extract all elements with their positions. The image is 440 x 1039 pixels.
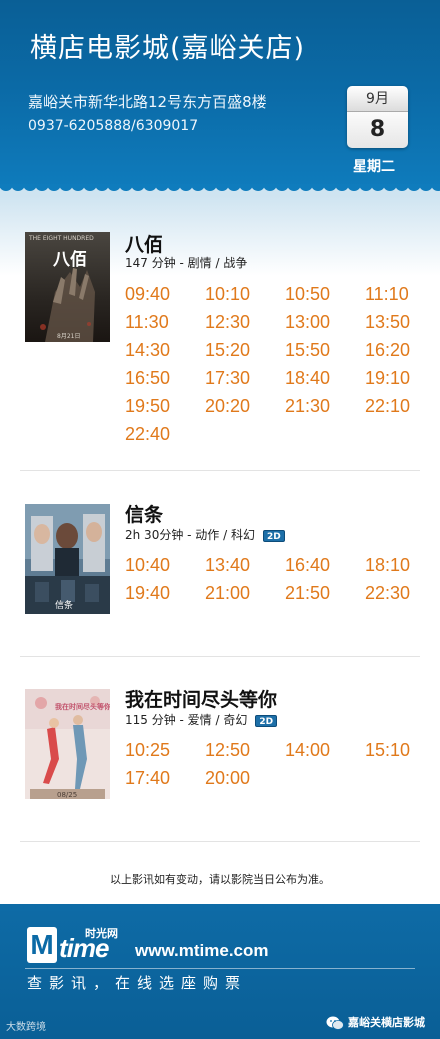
svg-text:信条: 信条 xyxy=(55,599,73,611)
calendar-weekday: 星期二 xyxy=(353,159,395,175)
mtime-logo-cn: 时光网 xyxy=(85,927,118,940)
showtime[interactable]: 14:00 xyxy=(285,736,365,764)
showtime[interactable]: 15:20 xyxy=(205,336,285,364)
showtimes-grid: 10:40 13:40 16:40 18:10 19:40 21:00 21:50 22:30 xyxy=(125,551,425,607)
movie-poster[interactable]: 信条 xyxy=(25,504,110,614)
footer: M time 时光网 www.mtime.com 查影讯，在线选座购票 大数跨境… xyxy=(0,904,440,1039)
showtime[interactable]: 18:40 xyxy=(285,364,365,392)
showtime[interactable]: 10:50 xyxy=(285,280,365,308)
calendar-month: 9月 xyxy=(347,86,408,112)
showtime[interactable]: 12:30 xyxy=(205,308,285,336)
showtime[interactable]: 19:50 xyxy=(125,392,205,420)
showtime[interactable]: 14:30 xyxy=(125,336,205,364)
showtime[interactable]: 10:25 xyxy=(125,736,205,764)
showtime[interactable]: 22:10 xyxy=(365,392,440,420)
showtime[interactable]: 10:10 xyxy=(205,280,285,308)
mtime-logo-m: M xyxy=(27,927,57,963)
showtime[interactable]: 22:30 xyxy=(365,579,440,607)
movie-info: 2h 30分钟 - 动作 / 科幻 2D xyxy=(125,526,285,543)
showtime[interactable]: 13:50 xyxy=(365,308,440,336)
showtime[interactable]: 11:10 xyxy=(365,280,440,308)
movie-poster[interactable]: 我在时间尽头等你 08/25 xyxy=(25,689,110,799)
footer-slogan: 查影讯，在线选座购票 xyxy=(27,974,248,992)
cinema-title: 横店电影城(嘉峪关店) xyxy=(30,33,306,64)
cinema-phone[interactable]: 0937-6205888/6309017 xyxy=(28,118,198,134)
showtime[interactable]: 15:10 xyxy=(365,736,440,764)
watermark-right: 嘉峪关横店影城 xyxy=(326,1014,425,1030)
showtime[interactable]: 13:40 xyxy=(205,551,285,579)
format-2d-badge: 2D xyxy=(262,529,285,542)
footer-divider xyxy=(25,968,415,969)
showtime[interactable]: 16:20 xyxy=(365,336,440,364)
svg-text:8月21日: 8月21日 xyxy=(57,333,80,340)
showtime[interactable]: 21:50 xyxy=(285,579,365,607)
showtime[interactable]: 09:40 xyxy=(125,280,205,308)
movie-info-text: 115 分钟 - 爱情 / 奇幻 xyxy=(125,713,248,727)
showtimes-grid: 09:40 10:10 10:50 11:10 11:30 12:30 13:00 13:50… xyxy=(125,280,425,448)
showtime[interactable]: 21:00 xyxy=(205,579,285,607)
date-calendar: 9月 8 xyxy=(347,86,408,148)
svg-text:08/25: 08/25 xyxy=(57,791,77,799)
scallop-edge-bottom xyxy=(0,904,440,911)
showtime[interactable]: 10:40 xyxy=(125,551,205,579)
showtime[interactable]: 16:50 xyxy=(125,364,205,392)
showtime[interactable]: 13:00 xyxy=(285,308,365,336)
movie-title[interactable]: 八佰 xyxy=(125,230,163,257)
calendar-day: 8 xyxy=(347,112,408,148)
site-link[interactable]: www.mtime.com xyxy=(135,941,269,961)
format-2d-badge: 2D xyxy=(255,714,278,727)
showtime[interactable]: 11:30 xyxy=(125,308,205,336)
cinema-address: 嘉峪关市新华北路12号东方百盛8楼 xyxy=(28,93,267,111)
watermark-right-text: 嘉峪关横店影城 xyxy=(348,1016,425,1029)
showtime[interactable]: 20:20 xyxy=(205,392,285,420)
showtime[interactable]: 19:10 xyxy=(365,364,440,392)
svg-text:THE EIGHT HUNDRED: THE EIGHT HUNDRED xyxy=(28,235,94,242)
movie-card: 信条 信条 2h 30分钟 - 动作 / 科幻 2D 10:40 13:40 16:4… xyxy=(0,500,440,640)
showtime[interactable]: 19:40 xyxy=(125,579,205,607)
mtime-logo[interactable]: M time 时光网 xyxy=(27,927,129,963)
header: 横店电影城(嘉峪关店) 嘉峪关市新华北路12号东方百盛8楼 0937-62058… xyxy=(0,0,440,192)
svg-text:八佰: 八佰 xyxy=(53,249,87,270)
wechat-icon xyxy=(326,1016,344,1030)
showtime[interactable]: 18:10 xyxy=(365,551,440,579)
movie-poster[interactable]: THE EIGHT HUNDRED 八佰 8月21日 xyxy=(25,232,110,342)
svg-text:我在时间尽头等你: 我在时间尽头等你 xyxy=(55,702,110,711)
divider xyxy=(20,470,420,471)
movie-info: 115 分钟 - 爱情 / 奇幻 2D xyxy=(125,711,278,728)
showtime[interactable]: 12:50 xyxy=(205,736,285,764)
schedule-notice: 以上影讯如有变动，请以影院当日公布为准。 xyxy=(110,873,330,886)
showtimes-grid: 10:25 12:50 14:00 15:10 17:40 20:00 xyxy=(125,736,425,792)
showtime[interactable]: 16:40 xyxy=(285,551,365,579)
divider xyxy=(20,656,420,657)
watermark-left: 大数跨境 xyxy=(6,1022,46,1033)
showtime[interactable]: 15:50 xyxy=(285,336,365,364)
movie-info-text: 2h 30分钟 - 动作 / 科幻 xyxy=(125,528,255,542)
divider xyxy=(20,841,420,842)
showtime[interactable]: 20:00 xyxy=(205,764,285,792)
showtime[interactable]: 17:40 xyxy=(125,764,205,792)
showtime[interactable]: 17:30 xyxy=(205,364,285,392)
movie-card: 我在时间尽头等你 08/25 我在时间尽头等你 115 分钟 - 爱情 / 奇幻… xyxy=(0,685,440,825)
movie-info: 147 分钟 - 剧情 / 战争 xyxy=(125,256,248,270)
showtime[interactable]: 22:40 xyxy=(125,420,205,448)
movie-title[interactable]: 我在时间尽头等你 xyxy=(125,685,277,712)
movie-title[interactable]: 信条 xyxy=(125,500,163,527)
showtime[interactable]: 21:30 xyxy=(285,392,365,420)
movie-card: THE EIGHT HUNDRED 八佰 8月21日 八佰 147 分钟 - 剧… xyxy=(0,230,440,470)
